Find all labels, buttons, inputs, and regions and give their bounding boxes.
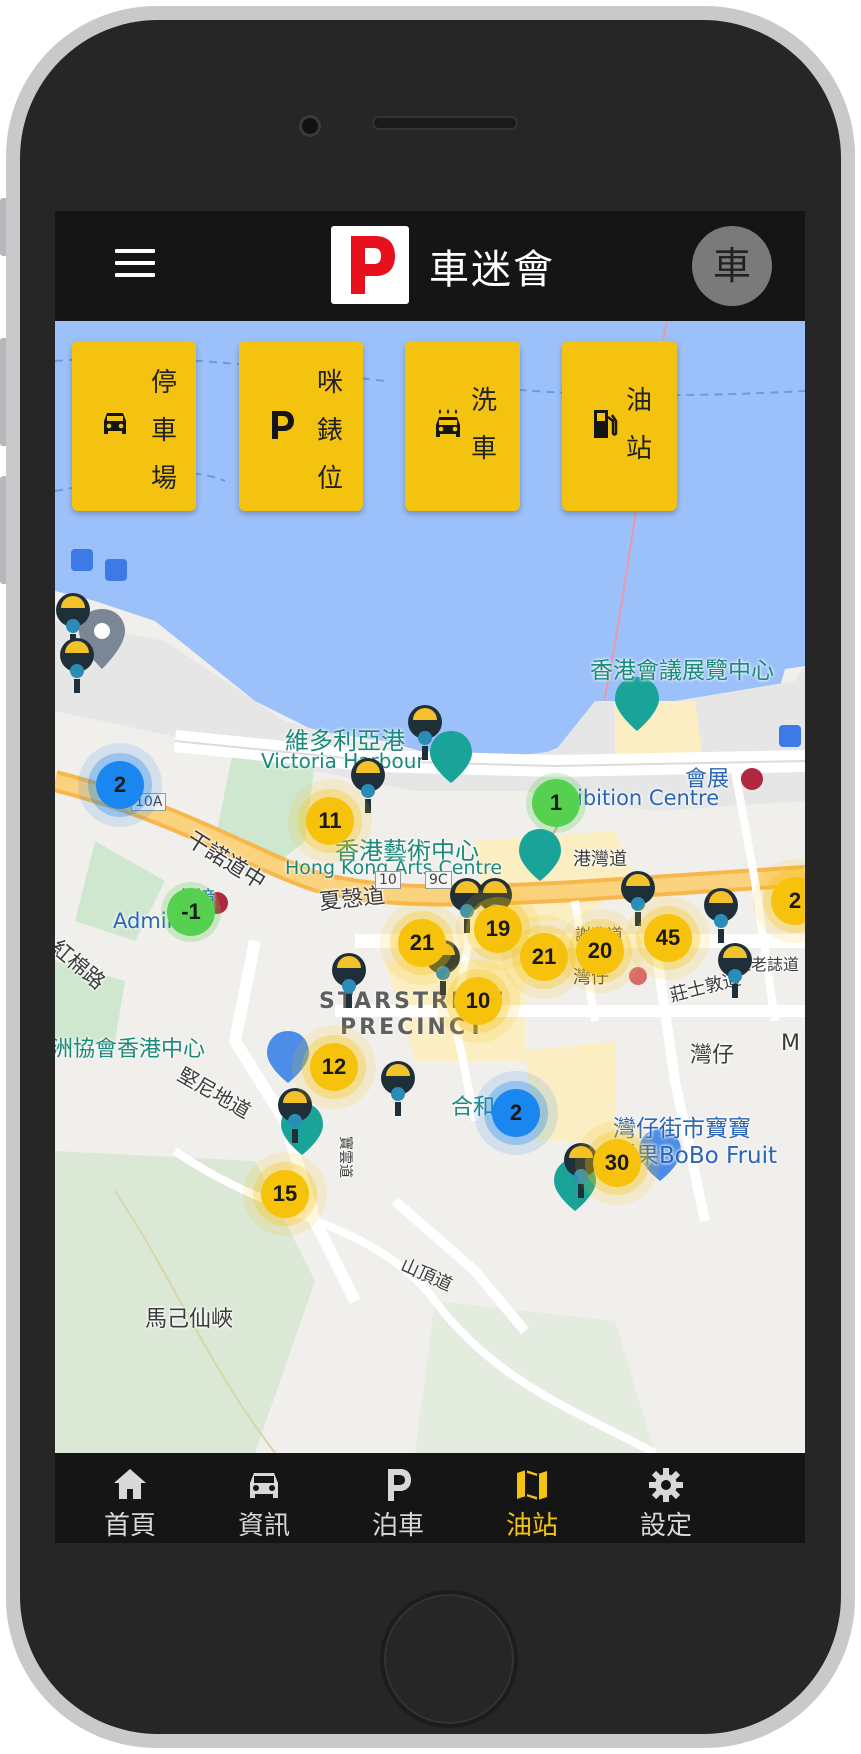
nav-fuel-station-label: 油站	[505, 1511, 558, 1541]
cluster-marker[interactable]: -1	[167, 888, 215, 936]
map-label: 洲協會香港中心	[55, 1037, 206, 1062]
map-label: Victoria Harbour	[261, 749, 425, 773]
parking-meter-marker[interactable]	[378, 1060, 418, 1118]
front-camera	[302, 118, 318, 134]
map-label: 寶雲道	[337, 1136, 353, 1178]
app-title: 車迷會	[429, 247, 555, 293]
parking-meter-marker[interactable]	[329, 952, 369, 1010]
cluster-marker[interactable]: 12	[310, 1043, 358, 1091]
gear-icon	[649, 1468, 683, 1502]
cluster-marker[interactable]: 20	[576, 927, 624, 975]
map-label: M	[781, 1031, 800, 1056]
nav-settings[interactable]: 設定	[591, 1453, 741, 1543]
nav-parking[interactable]: 泊車	[323, 1453, 473, 1543]
menu-icon[interactable]	[115, 249, 155, 283]
cluster-marker[interactable]: 19	[474, 905, 522, 953]
cluster-marker[interactable]: 11	[306, 797, 354, 845]
map-view[interactable]: 停車場 咪錶位 洗車 油站 香港會議展覽中心 維多利亞港 Victoria Ha…	[55, 321, 805, 1453]
cluster-marker[interactable]: 2	[96, 761, 144, 809]
parking-p-icon	[388, 1469, 411, 1501]
category-carpark-button[interactable]: 停車場	[72, 341, 196, 511]
parking-meter-marker[interactable]	[348, 757, 388, 815]
car-icon	[250, 1473, 278, 1498]
home-icon	[114, 1469, 146, 1499]
cluster-marker[interactable]: 2	[492, 1089, 540, 1137]
category-meter-button[interactable]: 咪錶位	[239, 341, 363, 511]
parking-meter-marker[interactable]	[701, 887, 741, 945]
volume-up-button	[0, 338, 6, 446]
nav-settings-label: 設定	[639, 1511, 692, 1541]
cluster-marker[interactable]: 45	[644, 914, 692, 962]
map-label: 灣仔	[690, 1043, 735, 1068]
map-label: Admir	[113, 909, 176, 933]
map-label: 馬己仙峽	[145, 1307, 234, 1332]
parking-meter-marker[interactable]	[405, 704, 445, 762]
app-logo	[331, 226, 409, 304]
route-shield: 10	[375, 871, 401, 889]
volume-down-button	[0, 476, 6, 584]
parking-meter-marker[interactable]	[57, 637, 97, 695]
category-fuel-button[interactable]: 油站	[562, 341, 677, 511]
category-fuel-label: 油站	[625, 386, 652, 464]
car-wash-icon	[436, 409, 460, 437]
cluster-marker[interactable]: 30	[593, 1139, 641, 1187]
category-carpark-label: 停車場	[150, 368, 177, 494]
cluster-marker[interactable]: 10	[454, 977, 502, 1025]
cluster-marker[interactable]: 15	[261, 1170, 309, 1218]
cluster-marker[interactable]: 1	[532, 779, 580, 827]
home-button[interactable]	[380, 1590, 518, 1728]
nav-info[interactable]: 資訊	[189, 1453, 339, 1543]
nav-fuel-station[interactable]: 油站	[457, 1453, 607, 1543]
parking-p-icon	[272, 411, 294, 439]
parking-meter-marker[interactable]	[275, 1087, 315, 1145]
nav-home-label: 首頁	[103, 1511, 156, 1541]
cluster-marker[interactable]: 21	[520, 933, 568, 981]
car-icon	[104, 413, 126, 434]
app-screen: 車迷會 車 停車場 咪錶位 洗車 油站 香港會議展覽中心 維多利亞港 Victo…	[55, 211, 805, 1543]
category-meter-label: 咪錶位	[316, 368, 343, 494]
map-label: 港灣道	[573, 849, 627, 870]
top-app-bar: 車迷會 車	[55, 211, 805, 321]
nav-info-label: 資訊	[237, 1511, 290, 1541]
category-carwash-label: 洗車	[470, 386, 497, 464]
nav-home[interactable]: 首頁	[55, 1453, 205, 1543]
nav-parking-label: 泊車	[371, 1511, 424, 1541]
user-avatar[interactable]: 車	[692, 226, 772, 306]
parking-meter-marker[interactable]	[715, 942, 755, 1000]
earpiece-speaker	[372, 116, 518, 130]
mute-switch	[0, 198, 6, 256]
cluster-marker[interactable]: 21	[398, 919, 446, 967]
map-icon	[517, 1470, 547, 1500]
fuel-pump-icon	[594, 410, 618, 438]
bottom-navigation: 首頁 資訊 泊車 油站 設定	[55, 1453, 805, 1543]
map-label: 香港會議展覽中心	[590, 658, 774, 684]
category-carwash-button[interactable]: 洗車	[405, 341, 520, 511]
